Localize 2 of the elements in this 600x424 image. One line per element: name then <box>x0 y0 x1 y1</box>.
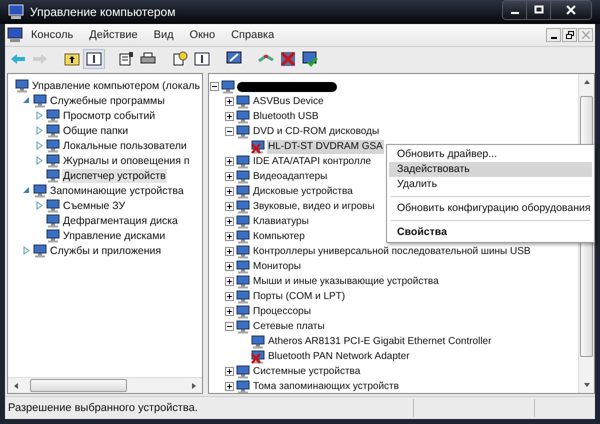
status-text: Разрешение выбранного устройства. <box>7 402 199 414</box>
window-title: Управление компьютером <box>30 5 176 19</box>
